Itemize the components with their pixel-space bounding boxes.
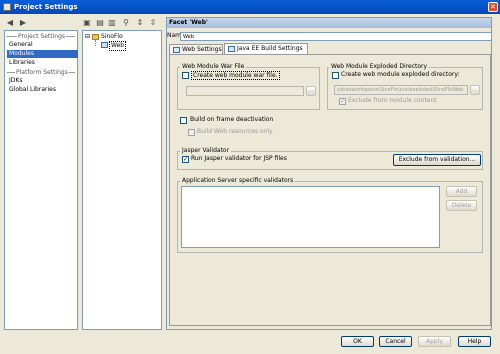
exclude-from-content-checkbox[interactable]: ✓ [339, 98, 346, 105]
back-icon[interactable]: ◀ [5, 17, 15, 27]
delete-icon[interactable]: ▥ [107, 17, 117, 27]
tab-label: Web Settings [182, 46, 222, 53]
cancel-button[interactable]: Cancel [379, 336, 412, 347]
window-title-bar: Project Settings ✕ [0, 0, 500, 14]
war-file-group-title: Web Module War File [180, 63, 247, 70]
create-exploded-checkbox[interactable] [332, 72, 339, 79]
help-button[interactable]: Help [458, 336, 491, 347]
create-war-label: Create web module war file. [191, 71, 280, 80]
app-server-validators-title: Application Server specific validators [180, 177, 296, 184]
add-validator-button[interactable]: Add [446, 186, 477, 197]
run-jasper-label: Run Jasper validator for JSP files [191, 155, 287, 162]
new-folder-icon[interactable]: ▤ [95, 17, 105, 27]
tree-expander-icon[interactable]: ⊟ [85, 33, 90, 40]
tab-java-ee-build-settings[interactable]: Java EE Build Settings [224, 43, 308, 54]
app-icon [3, 3, 11, 11]
platform-settings-header: Platform Settings [15, 69, 69, 76]
war-path-field[interactable] [186, 86, 304, 96]
module-tree: ⊟ SinoFlo Web [82, 30, 162, 330]
build-on-deactivation-label: Build on frame deactivation [190, 116, 274, 123]
exclude-from-content-label: Exclude from module content [348, 97, 437, 104]
build-web-resources-checkbox[interactable] [188, 129, 195, 136]
sidebar-item-general[interactable]: General [7, 41, 78, 49]
tab-label: Java EE Build Settings [237, 45, 303, 52]
exploded-browse-button[interactable]: ... [470, 85, 480, 95]
tree-node-web[interactable]: Web [109, 41, 127, 51]
new-module-icon[interactable]: ▣ [82, 17, 92, 27]
jasper-validator-title: Jasper Validator [180, 147, 232, 154]
create-exploded-label: Create web module exploded directory: [341, 71, 460, 78]
exploded-path-field[interactable]: ydsasworkspace\SinoFlo\out\exploded\Sino… [334, 85, 468, 95]
tree-node-sinoflo[interactable]: SinoFlo [101, 33, 123, 40]
apply-button[interactable]: Apply [418, 336, 451, 347]
exploded-dir-group-title: Web Module Exploded Directory [329, 63, 430, 70]
delete-validator-button[interactable]: Delete [446, 200, 477, 211]
tree-connector [95, 40, 96, 46]
expand-all-icon[interactable]: ⇕ [135, 17, 145, 27]
project-settings-header: Project Settings [17, 33, 67, 40]
name-field[interactable]: Web [180, 32, 492, 41]
build-web-resources-label: Build Web resources only [197, 128, 273, 135]
sidebar-item-jdks[interactable]: JDKs [7, 77, 78, 85]
sidebar-item-global-libraries[interactable]: Global Libraries [7, 86, 78, 94]
facet-header: Facet 'Web' [167, 18, 491, 28]
ok-button[interactable]: OK [341, 336, 374, 347]
sidebar-item-libraries[interactable]: Libraries [7, 59, 78, 67]
create-war-checkbox[interactable] [182, 72, 189, 79]
web-facet-icon [101, 42, 108, 48]
window-title: Project Settings [14, 3, 78, 11]
forward-icon[interactable]: ▶ [18, 17, 28, 27]
collapse-all-icon[interactable]: ⇳ [148, 17, 158, 27]
sidebar-item-modules[interactable]: Modules [7, 50, 78, 58]
war-browse-button[interactable]: ... [306, 86, 316, 96]
web-settings-tab-icon [173, 47, 180, 53]
run-jasper-checkbox[interactable]: ✓ [182, 156, 189, 163]
find-icon[interactable]: ⚲ [121, 17, 131, 27]
build-on-deactivation-checkbox[interactable] [180, 117, 187, 124]
close-icon[interactable]: ✕ [488, 2, 498, 12]
validators-list[interactable] [181, 186, 440, 248]
tab-web-settings[interactable]: Web Settings [169, 44, 223, 54]
settings-sidebar: Project Settings General Modules Librari… [4, 30, 78, 330]
exclude-from-validation-button[interactable]: Exclude from validation... [393, 154, 481, 166]
java-ee-tab-icon [228, 46, 235, 52]
